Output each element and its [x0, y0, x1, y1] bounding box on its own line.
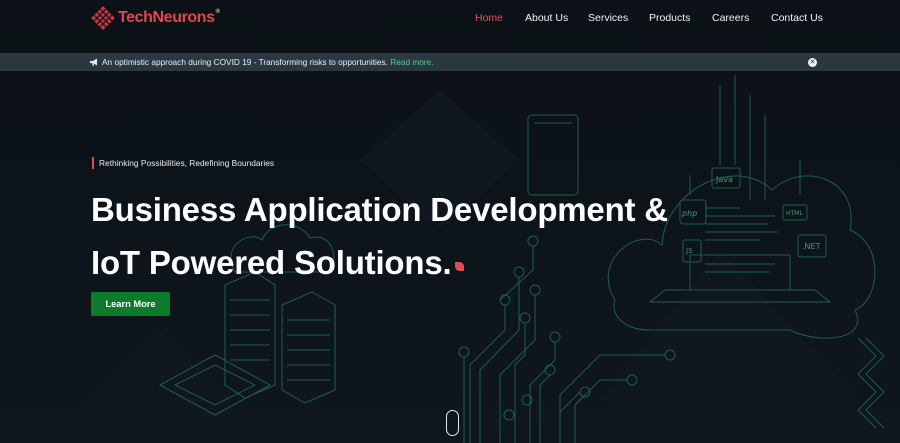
nav-services[interactable]: Services	[588, 12, 628, 24]
close-icon[interactable]: ✕	[808, 57, 817, 67]
dotnet-label: .NET	[802, 242, 821, 251]
hero-headline: Business Application Development & IoT P…	[91, 183, 668, 289]
nav-home[interactable]: Home	[475, 12, 503, 24]
js-label: JS	[685, 247, 693, 255]
nav-careers[interactable]: Careers	[712, 12, 749, 24]
announcement-text: An optimistic approach during COVID 19 -…	[102, 57, 434, 67]
html-label: HTML	[786, 210, 803, 217]
main-nav: Home About Us Services Products Careers …	[0, 12, 900, 26]
java-label: Java	[715, 175, 733, 184]
nav-products[interactable]: Products	[649, 12, 690, 24]
nav-about-us[interactable]: About Us	[525, 12, 568, 24]
accent-dot	[455, 262, 465, 271]
headline-line-2: IoT Powered Solutions.	[91, 236, 668, 289]
hero-eyebrow: Rethinking Possibilities, Redefining Bou…	[92, 157, 274, 169]
php-label: php	[681, 209, 697, 218]
announcement-bar: An optimistic approach during COVID 19 -…	[0, 53, 900, 71]
learn-more-button[interactable]: Learn More	[91, 292, 170, 316]
site-header: TechNeurons® Home About Us Services Prod…	[0, 0, 900, 36]
nav-contact-us[interactable]: Contact Us	[771, 12, 823, 24]
read-more-link[interactable]: Read more.	[390, 57, 433, 67]
scroll-down-icon[interactable]	[446, 410, 459, 436]
megaphone-icon	[90, 58, 97, 66]
headline-line-1: Business Application Development &	[91, 191, 668, 228]
